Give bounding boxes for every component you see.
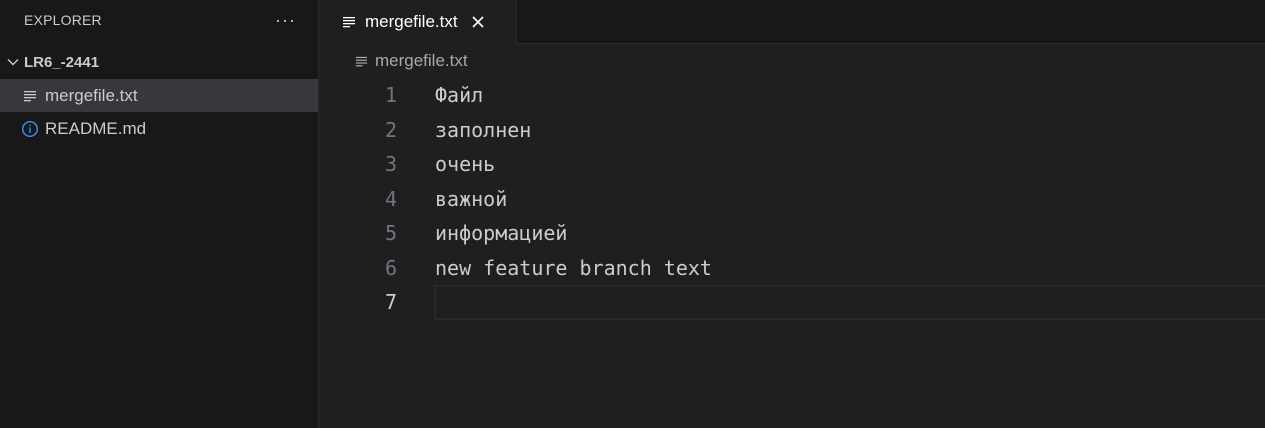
- code-line[interactable]: 4 важной: [319, 182, 1265, 217]
- tree-item-label: mergefile.txt: [45, 85, 138, 105]
- tab-mergefile[interactable]: mergefile.txt: [319, 0, 517, 44]
- tab-label: mergefile.txt: [365, 12, 458, 31]
- code-line[interactable]: 2 заполнен: [319, 113, 1265, 148]
- tab-strip: mergefile.txt: [319, 0, 1265, 44]
- explorer-header: EXPLORER ···: [0, 0, 318, 40]
- code-line[interactable]: 5 информацией: [319, 216, 1265, 251]
- line-text[interactable]: Файл: [435, 83, 483, 107]
- code-line[interactable]: 6 new feature branch text: [319, 251, 1265, 286]
- info-icon: [20, 119, 40, 139]
- line-text[interactable]: new feature branch text: [435, 256, 712, 280]
- folder-row[interactable]: LR6_-2441: [0, 45, 318, 79]
- more-actions-icon[interactable]: ···: [275, 11, 296, 29]
- current-line-highlight: [434, 285, 1265, 320]
- line-text[interactable]: заполнен: [435, 118, 531, 142]
- breadcrumb-item-file[interactable]: mergefile.txt: [375, 51, 468, 71]
- line-number: 6: [384, 255, 397, 280]
- line-number: 3: [384, 152, 397, 177]
- tree-item-readme[interactable]: README.md: [0, 112, 318, 145]
- tree-item-mergefile[interactable]: mergefile.txt: [0, 79, 318, 112]
- text-lines-icon: [353, 53, 369, 69]
- line-text[interactable]: информацией: [435, 221, 567, 245]
- explorer-title: EXPLORER: [24, 12, 102, 28]
- editor-area: mergefile.txt mergefile.txt 1 Файл 2 зап…: [319, 0, 1265, 428]
- code-editor[interactable]: 1 Файл 2 заполнен 3 очень 4 важной 5 инф…: [319, 78, 1265, 320]
- vscode-window: EXPLORER ··· LR6_-2441 mergefile.txt REA…: [0, 0, 1265, 428]
- code-line[interactable]: 3 очень: [319, 147, 1265, 182]
- line-number: 1: [384, 83, 397, 108]
- line-text[interactable]: очень: [435, 152, 495, 176]
- chevron-down-icon[interactable]: [4, 53, 22, 71]
- folder-label: LR6_-2441: [24, 53, 100, 71]
- line-number: 2: [384, 117, 397, 142]
- tree-item-label: README.md: [45, 118, 147, 138]
- breadcrumb: mergefile.txt: [319, 44, 1265, 78]
- current-code-line[interactable]: 7: [319, 285, 1265, 320]
- line-number: 5: [384, 221, 397, 246]
- text-lines-icon: [20, 86, 40, 106]
- line-number: 7: [384, 290, 397, 315]
- close-icon[interactable]: [468, 12, 488, 32]
- line-number: 4: [384, 186, 397, 211]
- code-line[interactable]: 1 Файл: [319, 78, 1265, 113]
- text-lines-icon: [341, 14, 357, 30]
- explorer-sidebar: EXPLORER ··· LR6_-2441 mergefile.txt REA…: [0, 0, 319, 428]
- line-text[interactable]: важной: [435, 187, 507, 211]
